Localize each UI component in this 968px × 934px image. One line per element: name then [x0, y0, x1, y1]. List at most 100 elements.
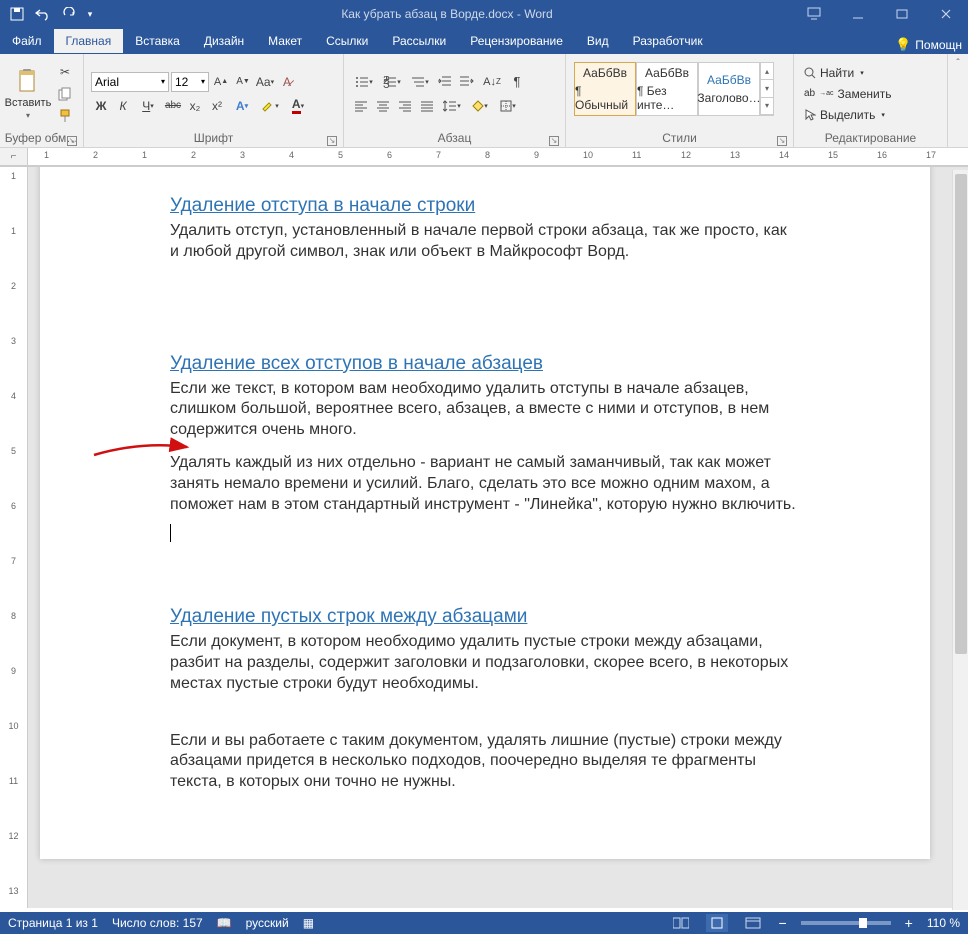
change-case-icon[interactable]: Aa▾: [255, 72, 275, 92]
subscript-button[interactable]: x₂: [185, 96, 205, 116]
shading-icon[interactable]: ▾: [467, 96, 493, 116]
zoom-slider[interactable]: [801, 921, 891, 925]
statusbar: Страница 1 из 1 Число слов: 157 📖 русски…: [0, 912, 968, 934]
ruler-vertical[interactable]: 112345678910111213: [0, 167, 28, 908]
cut-icon[interactable]: ✂: [55, 62, 75, 82]
group-editing-label: Редактирование: [825, 131, 916, 145]
save-icon[interactable]: [6, 3, 28, 25]
group-font-label: Шрифт: [194, 131, 233, 145]
status-language[interactable]: русский: [246, 916, 289, 930]
line-spacing-icon[interactable]: ▾: [439, 96, 465, 116]
shrink-font-icon[interactable]: A▼: [233, 72, 253, 92]
font-dialog-icon[interactable]: ↘: [327, 136, 337, 146]
tab-view[interactable]: Вид: [575, 29, 621, 53]
highlight-icon[interactable]: ▾: [257, 96, 283, 116]
scrollbar-vertical[interactable]: [952, 170, 968, 910]
status-page[interactable]: Страница 1 из 1: [8, 916, 98, 930]
bullets-icon[interactable]: ▾: [351, 72, 377, 92]
align-left-icon[interactable]: [351, 96, 371, 116]
align-right-icon[interactable]: [395, 96, 415, 116]
print-layout-icon[interactable]: [706, 914, 728, 932]
clipboard-dialog-icon[interactable]: ↘: [67, 136, 77, 146]
text-effects-icon[interactable]: A▾: [229, 96, 255, 116]
strike-button[interactable]: abc: [163, 96, 183, 116]
bold-button[interactable]: Ж: [91, 96, 111, 116]
undo-icon[interactable]: [32, 3, 54, 25]
find-button[interactable]: Найти▾: [800, 64, 941, 82]
zoom-level[interactable]: 110 %: [927, 916, 960, 930]
window-title: Как убрать абзац в Ворде.docx - Word: [102, 7, 792, 21]
zoom-out-icon[interactable]: −: [778, 915, 786, 931]
tab-design[interactable]: Дизайн: [192, 29, 256, 53]
macro-icon[interactable]: ▦: [303, 916, 314, 930]
page: Удаление отступа в начале строки Удалить…: [40, 167, 930, 859]
italic-button[interactable]: К: [113, 96, 133, 116]
ribbon-tabs: Файл Главная Вставка Дизайн Макет Ссылки…: [0, 28, 968, 54]
read-mode-icon[interactable]: [670, 914, 692, 932]
tab-layout[interactable]: Макет: [256, 29, 314, 53]
ruler-corner: ⌐: [0, 148, 28, 166]
select-button[interactable]: Выделить▾: [800, 106, 941, 124]
annotation-arrow: [92, 433, 192, 463]
style-gallery-scroll[interactable]: ▴▾▾: [760, 62, 774, 116]
group-paragraph-label: Абзац: [438, 131, 472, 145]
font-name-combo[interactable]: Arial▾: [91, 72, 169, 92]
indent-increase-icon[interactable]: [457, 72, 477, 92]
align-center-icon[interactable]: [373, 96, 393, 116]
tab-file[interactable]: Файл: [0, 29, 54, 53]
sort-icon[interactable]: A↓Z: [479, 72, 505, 92]
font-size-combo[interactable]: 12▾: [171, 72, 209, 92]
close-icon[interactable]: [924, 0, 968, 28]
scrollbar-thumb[interactable]: [955, 174, 967, 654]
spellcheck-icon[interactable]: 📖: [217, 916, 232, 930]
heading-1: Удаление отступа в начале строки: [170, 195, 800, 217]
document-viewport[interactable]: Удаление отступа в начале строки Удалить…: [28, 167, 968, 908]
text-cursor: [170, 523, 800, 544]
tab-developer[interactable]: Разработчик: [621, 29, 715, 53]
heading-2: Удаление всех отступов в начале абзацев: [170, 353, 800, 375]
paste-button[interactable]: Вставить ▾: [4, 56, 52, 131]
minimize-icon[interactable]: [836, 0, 880, 28]
redo-icon[interactable]: [58, 3, 80, 25]
paragraph-dialog-icon[interactable]: ↘: [549, 136, 559, 146]
zoom-in-icon[interactable]: +: [905, 915, 913, 931]
maximize-icon[interactable]: [880, 0, 924, 28]
ribbon-options-icon[interactable]: [792, 0, 836, 28]
show-marks-icon[interactable]: ¶: [507, 72, 527, 92]
multilevel-icon[interactable]: ▾: [407, 72, 433, 92]
tab-references[interactable]: Ссылки: [314, 29, 380, 53]
superscript-button[interactable]: x²: [207, 96, 227, 116]
collapse-ribbon-icon[interactable]: ˆ: [956, 58, 959, 69]
paragraph: Удалить отступ, установленный в начале п…: [170, 221, 800, 263]
style-heading1[interactable]: АаБбВв Заголово…: [698, 62, 760, 116]
tab-mailings[interactable]: Рассылки: [380, 29, 458, 53]
help-icon[interactable]: 💡: [895, 37, 911, 53]
indent-decrease-icon[interactable]: [435, 72, 455, 92]
replace-button[interactable]: ab→acЗаменить: [800, 85, 941, 103]
tab-insert[interactable]: Вставка: [123, 29, 192, 53]
web-layout-icon[interactable]: [742, 914, 764, 932]
font-color-icon[interactable]: A▾: [285, 96, 311, 116]
borders-icon[interactable]: ▾: [495, 96, 521, 116]
clear-format-icon[interactable]: A̷: [277, 72, 297, 92]
numbering-icon[interactable]: 123▾: [379, 72, 405, 92]
ruler-horizontal[interactable]: 121234567891011121314151617: [28, 148, 968, 166]
styles-dialog-icon[interactable]: ↘: [777, 136, 787, 146]
ribbon: Вставить ▾ ✂ Буфер обм…↘ Arial▾ 12▾ A▲ A…: [0, 54, 968, 148]
underline-button[interactable]: Ч▾: [135, 96, 161, 116]
heading-3: Удаление пустых строк между абзацами: [170, 606, 800, 628]
tab-review[interactable]: Рецензирование: [458, 29, 575, 53]
qat-more-icon[interactable]: ▾: [84, 3, 96, 25]
titlebar: ▾ Как убрать абзац в Ворде.docx - Word: [0, 0, 968, 28]
status-words[interactable]: Число слов: 157: [112, 916, 203, 930]
justify-icon[interactable]: [417, 96, 437, 116]
format-painter-icon[interactable]: [55, 106, 75, 126]
paragraph: Если и вы работаете с таким документом, …: [170, 731, 800, 793]
style-normal[interactable]: АаБбВв ¶ Обычный: [574, 62, 636, 116]
paragraph: Если документ, в котором необходимо удал…: [170, 632, 800, 694]
copy-icon[interactable]: [55, 84, 75, 104]
tab-help[interactable]: Помощн: [915, 38, 962, 52]
style-no-spacing[interactable]: АаБбВв ¶ Без инте…: [636, 62, 698, 116]
grow-font-icon[interactable]: A▲: [211, 72, 231, 92]
tab-home[interactable]: Главная: [54, 29, 124, 53]
